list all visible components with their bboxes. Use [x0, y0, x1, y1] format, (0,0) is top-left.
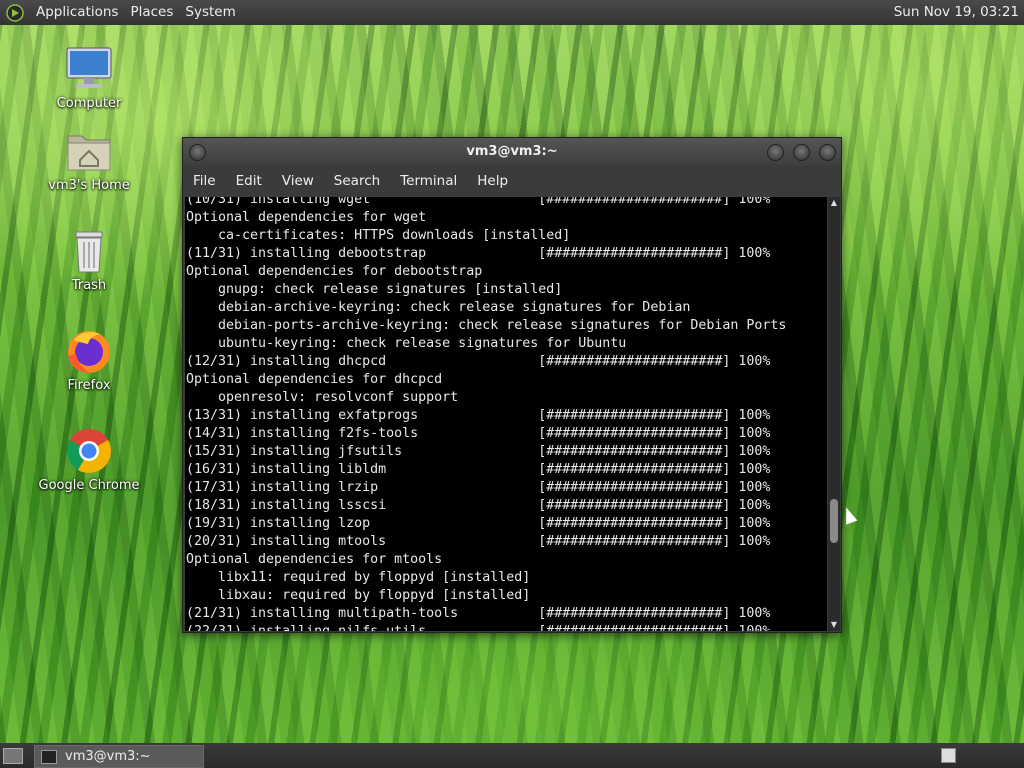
terminal-line: (17/31) installing lrzip [##############… — [186, 480, 771, 495]
terminal-text: (10/31) installing wget [###############… — [186, 197, 786, 631]
desktop-icon-firefox[interactable]: Firefox — [34, 326, 144, 393]
maximize-button[interactable] — [793, 144, 810, 161]
workspace-switcher[interactable] — [941, 748, 956, 763]
scrollbar-thumb[interactable] — [830, 499, 838, 543]
menu-edit[interactable]: Edit — [226, 173, 272, 189]
terminal-line: debian-ports-archive-keyring: check rele… — [186, 318, 787, 333]
menu-system[interactable]: System — [179, 0, 241, 25]
desktop-icon-label: Computer — [56, 96, 122, 111]
terminal-line: (22/31) installing nilfs-utils [########… — [186, 623, 786, 631]
terminal-scrollbar[interactable]: ▲ ▼ — [828, 197, 840, 631]
terminal-line: debian-archive-keyring: check release si… — [186, 300, 691, 315]
terminal-output[interactable]: (10/31) installing wget [###############… — [185, 197, 827, 631]
desktop-icon-trash[interactable]: Trash — [34, 226, 144, 293]
terminal-line: (10/31) installing wget [###############… — [186, 197, 771, 207]
terminal-icon — [41, 749, 57, 764]
terminal-line: Optional dependencies for dhcpcd — [186, 372, 443, 387]
clock[interactable]: Sun Nov 19, 03:21 — [894, 0, 1019, 25]
terminal-line: (16/31) installing libldm [#############… — [186, 462, 771, 477]
terminal-line: ca-certificates: HTTPS downloads [instal… — [186, 228, 571, 243]
terminal-line: (18/31) installing lsscsi [#############… — [186, 498, 771, 513]
desktop-icon-label: Trash — [71, 278, 107, 293]
desktop-icon-label: Firefox — [67, 378, 111, 393]
terminal-line: (14/31) installing f2fs-tools [#########… — [186, 426, 771, 441]
window-menu-button[interactable] — [189, 144, 206, 161]
mouse-cursor-icon — [840, 505, 858, 525]
window-title: vm3@vm3:~ — [466, 144, 558, 159]
home-folder-icon — [64, 126, 114, 176]
trash-icon — [64, 226, 114, 276]
terminal-line: (19/31) installing lzop [###############… — [186, 516, 771, 531]
bottom-panel: vm3@vm3:~ — [0, 743, 1024, 768]
menu-help[interactable]: Help — [467, 173, 518, 189]
menu-applications[interactable]: Applications — [30, 0, 124, 25]
terminal-line: Optional dependencies for wget — [186, 210, 427, 225]
terminal-line: (21/31) installing multipath-tools [####… — [186, 606, 771, 621]
menu-search[interactable]: Search — [324, 173, 390, 189]
firefox-icon — [64, 326, 114, 376]
desktop-icon-computer[interactable]: Computer — [34, 44, 144, 111]
terminal-line: (12/31) installing dhcpcd [#############… — [186, 354, 771, 369]
terminal-line: openresolv: resolvconf support — [186, 390, 459, 405]
terminal-line: Optional dependencies for debootstrap — [186, 264, 483, 279]
terminal-line: gnupg: check release signatures [install… — [186, 282, 563, 297]
window-titlebar[interactable]: vm3@vm3:~ — [183, 138, 841, 166]
desktop-icon-chrome[interactable]: Google Chrome — [34, 426, 144, 493]
terminal-line: Optional dependencies for mtools — [186, 552, 443, 567]
top-panel: Applications Places System Sun Nov 19, 0… — [0, 0, 1024, 25]
show-desktop-icon[interactable] — [3, 748, 23, 764]
terminal-line: (11/31) installing debootstrap [########… — [186, 246, 771, 261]
menu-places[interactable]: Places — [124, 0, 179, 25]
menu-file[interactable]: File — [183, 173, 226, 189]
close-button[interactable] — [819, 144, 836, 161]
terminal-window[interactable]: vm3@vm3:~ File Edit View Search Terminal… — [182, 137, 842, 633]
desktop-icon-label: vm3's Home — [48, 178, 130, 193]
computer-icon — [64, 44, 114, 94]
scroll-up-icon[interactable]: ▲ — [828, 197, 840, 209]
scroll-down-icon[interactable]: ▼ — [828, 619, 840, 631]
terminal-line: libx11: required by floppyd [installed] — [186, 570, 531, 585]
terminal-line: (15/31) installing jfsutils [###########… — [186, 444, 771, 459]
menu-view[interactable]: View — [272, 173, 324, 189]
terminal-line: ubuntu-keyring: check release signatures… — [186, 336, 627, 351]
menu-terminal[interactable]: Terminal — [390, 173, 467, 189]
terminal-menubar: File Edit View Search Terminal Help — [183, 166, 841, 196]
distro-logo-icon[interactable] — [6, 3, 24, 22]
terminal-line: (20/31) installing mtools [#############… — [186, 534, 771, 549]
minimize-button[interactable] — [767, 144, 784, 161]
desktop-icon-label: Google Chrome — [38, 478, 140, 493]
taskbar-window-label: vm3@vm3:~ — [65, 749, 151, 764]
taskbar-window-button[interactable]: vm3@vm3:~ — [34, 745, 204, 768]
terminal-line: libxau: required by floppyd [installed] — [186, 588, 531, 603]
desktop-icon-home[interactable]: vm3's Home — [34, 126, 144, 193]
terminal-line: (13/31) installing exfatprogs [#########… — [186, 408, 771, 423]
chrome-icon — [64, 426, 114, 476]
